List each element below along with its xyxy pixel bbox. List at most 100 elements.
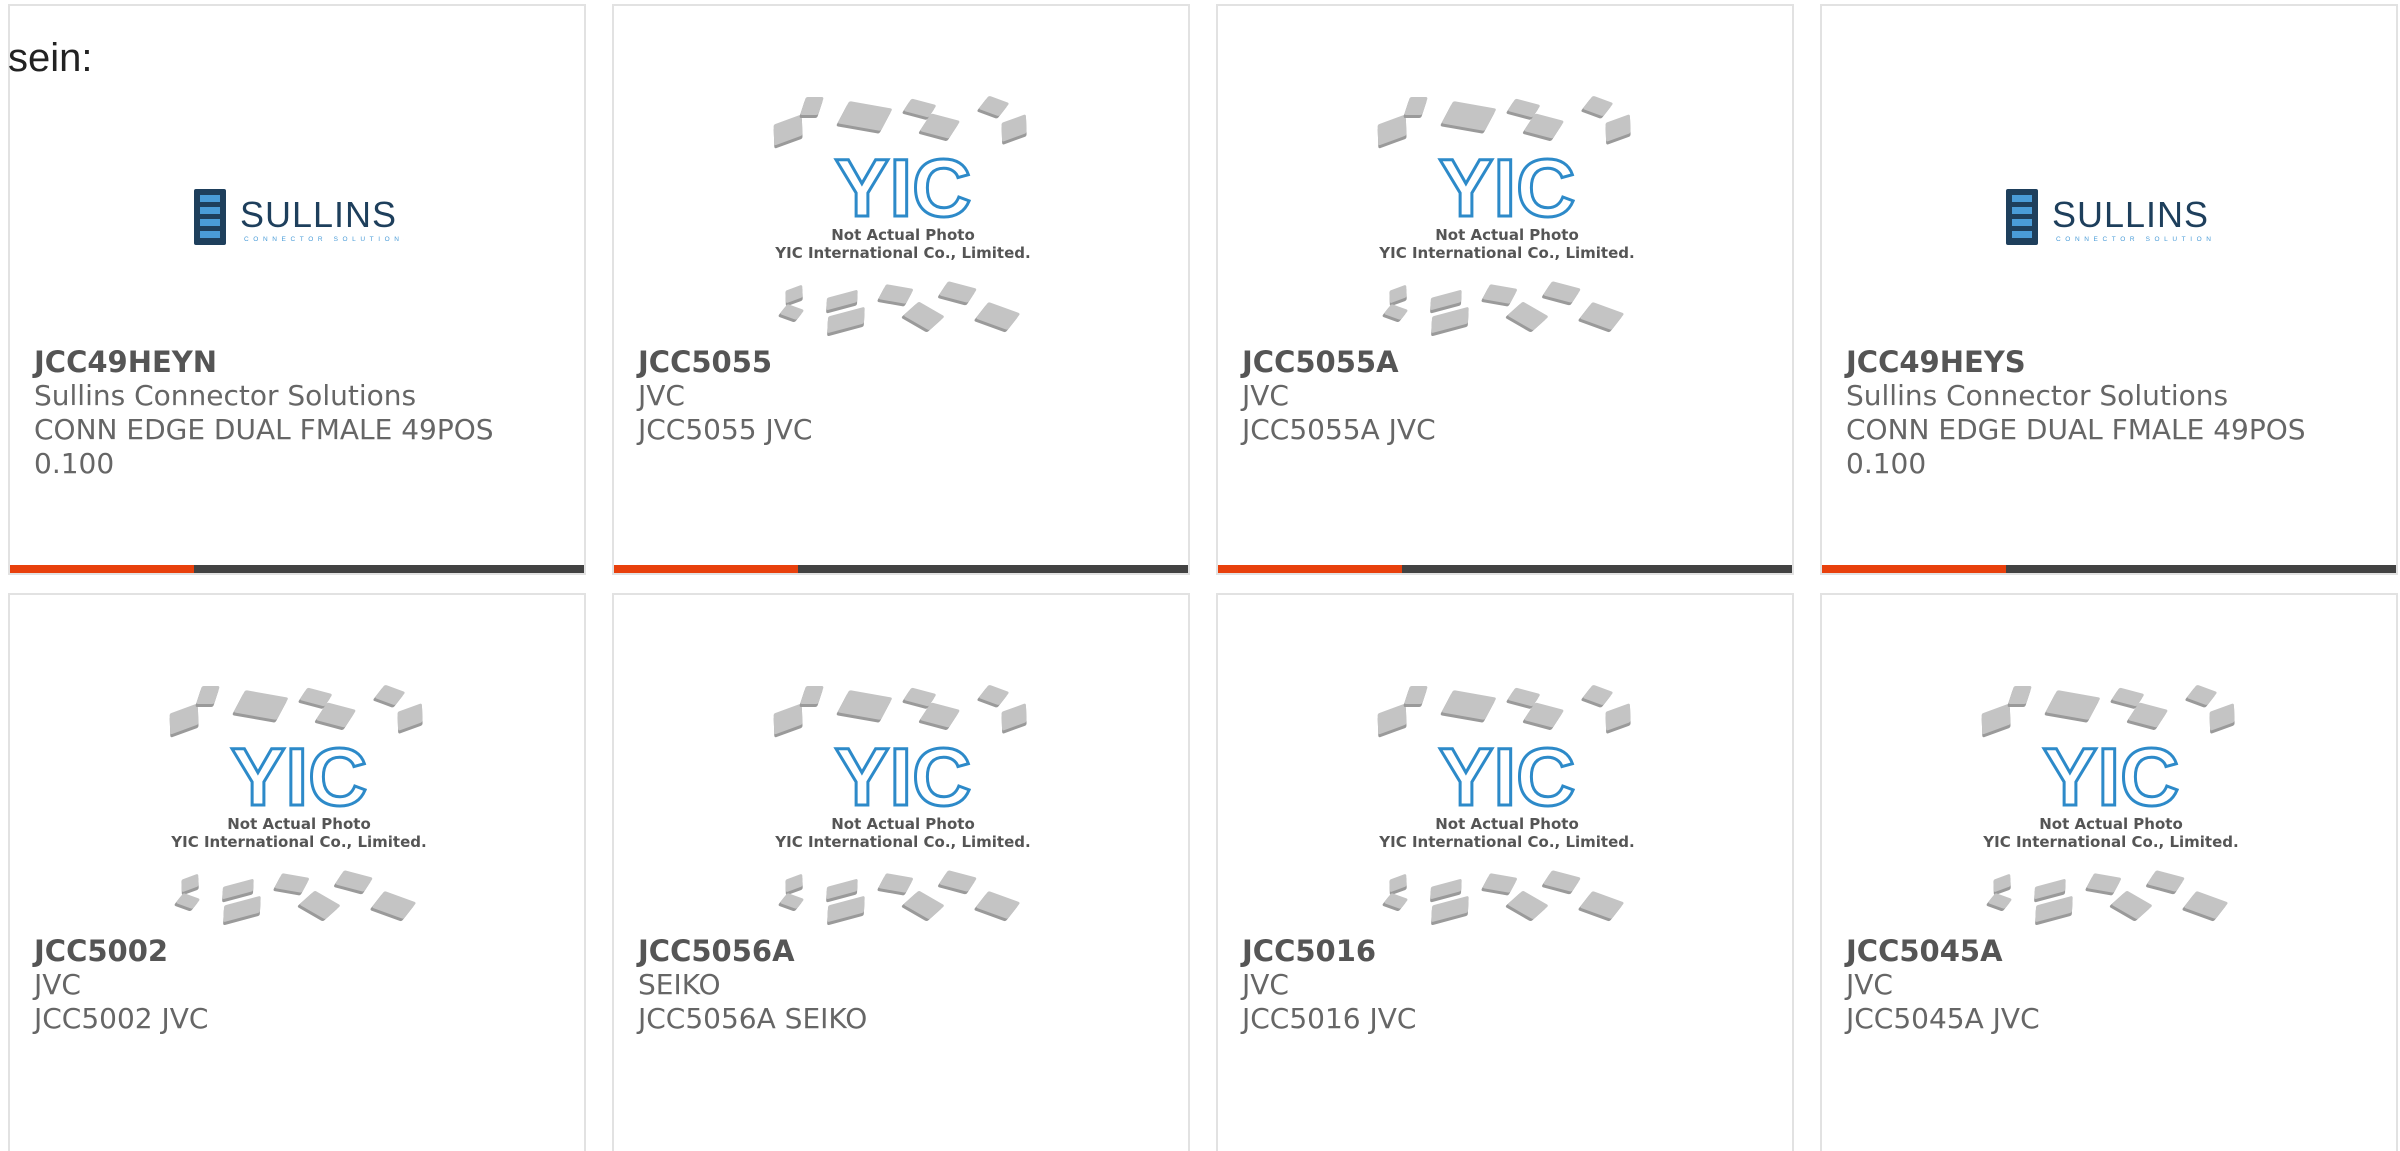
chip-icon	[901, 891, 944, 921]
chip-icon	[1542, 870, 1581, 895]
chip-row-top	[169, 685, 423, 738]
yic-logo: YIC	[1439, 143, 1576, 234]
product-info: JCC5055A JVC JCC5055A JVC	[1242, 345, 1768, 447]
product-part-number[interactable]: JCC5045A	[1846, 934, 2372, 968]
chip-icon	[785, 874, 803, 895]
sullins-logo-stripe	[200, 231, 220, 238]
not-actual-photo-image: YICNot Actual PhotoYIC International Co.…	[1981, 685, 2239, 926]
chip-icon	[974, 891, 1020, 922]
product-card-jcc5002[interactable]: YIC Not Actual Photo YIC International Co.…	[8, 593, 586, 1151]
chip-icon	[785, 285, 803, 306]
chip-icon	[2146, 870, 2185, 895]
product-card-jcc49heys[interactable]: SULLINS CONNECTOR SOLUTIONS JCC49HEYS Sul…	[1820, 4, 2398, 575]
chip-icon	[938, 281, 977, 306]
chip-icon-body	[2112, 891, 2152, 919]
chip-icon	[977, 96, 1009, 119]
product-part-number[interactable]: JCC5055	[638, 345, 1164, 379]
intro-text: sein:	[8, 36, 93, 80]
chip-icon	[273, 873, 309, 896]
chip-icon	[2209, 703, 2235, 734]
chip-icon	[1578, 891, 1624, 922]
product-image: SULLINS CONNECTOR SOLUTIONS	[160, 94, 438, 340]
chip-icon	[1993, 874, 2011, 895]
product-part-number[interactable]: JCC5056A	[638, 934, 1164, 968]
product-manufacturer: JVC	[34, 968, 81, 1001]
sullins-logo-stripe	[2012, 195, 2032, 202]
chip-icon	[1505, 891, 1548, 921]
chip-icon-body	[800, 686, 824, 704]
chip-icon	[799, 686, 824, 707]
product-card-jcc5055a[interactable]: YIC Not Actual Photo YIC International Co.…	[1216, 4, 1794, 575]
chip-icon-body	[800, 97, 824, 115]
sullins-logo-stripe	[200, 219, 220, 226]
placeholder-caption-line2: YIC International Co., Limited.	[774, 244, 1030, 262]
product-listing-page: sein: SULLINS CONNECTOR SOLUTIONS JCC49HE…	[0, 0, 2400, 1151]
sullins-logo-word: SULLINS	[2052, 194, 2209, 235]
product-info: JCC5055 JVC JCC5055 JVC	[638, 345, 1164, 447]
chip-icon	[1981, 703, 2011, 738]
chip-icon	[901, 302, 944, 332]
sullins-logo-stripe	[2012, 231, 2032, 238]
not-actual-photo-image: YICNot Actual PhotoYIC International Co.…	[773, 96, 1031, 337]
product-card-jcc5055[interactable]: YIC Not Actual Photo YIC International Co.…	[612, 4, 1190, 575]
chip-icon	[1440, 101, 1496, 134]
chip-icon-body	[1508, 302, 1548, 330]
product-part-number[interactable]: JCC5002	[34, 934, 560, 968]
chip-icon-body	[1580, 302, 1624, 330]
product-part-number[interactable]: JCC5016	[1242, 934, 1768, 968]
chip-icon	[232, 690, 288, 723]
placeholder-caption-line1: Not Actual Photo	[1435, 815, 1579, 833]
placeholder-caption-line2: YIC International Co., Limited.	[170, 833, 426, 851]
product-image: SULLINS CONNECTOR SOLUTIONS	[1972, 94, 2250, 340]
product-description: JCC5056A SEIKO	[638, 1002, 868, 1035]
product-manufacturer: JVC	[1242, 379, 1289, 412]
product-manufacturer: JVC	[638, 379, 685, 412]
chip-icon	[195, 686, 220, 707]
product-part-number[interactable]: JCC49HEYN	[34, 345, 560, 379]
chip-icon	[1382, 893, 1408, 911]
chip-icon	[1605, 114, 1631, 145]
product-description: JCC5045A JVC	[1846, 1002, 2040, 1035]
placeholder-caption-line1: Not Actual Photo	[1435, 226, 1579, 244]
chip-icon	[877, 873, 913, 896]
product-description: JCC5055A JVC	[1242, 413, 1436, 446]
not-actual-photo-image: YICNot Actual PhotoYIC International Co.…	[1377, 685, 1635, 926]
progress-bar	[1822, 565, 2396, 573]
product-info: JCC49HEYN Sullins Connector Solutions CO…	[34, 345, 560, 481]
chip-icon	[2044, 690, 2100, 723]
product-card-jcc49heyn[interactable]: SULLINS CONNECTOR SOLUTIONS JCC49HEYN Sul…	[8, 4, 586, 575]
product-card-jcc5016[interactable]: YIC Not Actual Photo YIC International Co.…	[1216, 593, 1794, 1151]
chip-icon-body	[2008, 686, 2032, 704]
chip-icon	[297, 891, 340, 921]
placeholder-caption-line1: Not Actual Photo	[831, 226, 975, 244]
sullins-logo-word: SULLINS	[240, 194, 397, 235]
product-part-number[interactable]: JCC5055A	[1242, 345, 1768, 379]
product-card-jcc5045a[interactable]: YIC Not Actual Photo YIC International Co.…	[1820, 593, 2398, 1151]
sullins-logo-stripe	[2012, 219, 2032, 226]
product-description: CONN EDGE DUAL FMALE 49POS	[34, 413, 494, 446]
chip-icon	[1581, 96, 1613, 119]
product-image: YIC Not Actual Photo YIC International Co.…	[764, 683, 1042, 929]
product-part-number[interactable]: JCC49HEYS	[1846, 345, 2372, 379]
chip-row-top	[773, 96, 1027, 149]
chip-row-bottom	[1382, 281, 1624, 337]
product-card-jcc5056a[interactable]: YIC Not Actual Photo YIC International Co.…	[612, 593, 1190, 1151]
progress-bar	[10, 565, 584, 573]
product-manufacturer: JVC	[1242, 968, 1289, 1001]
chip-icon	[938, 870, 977, 895]
progress-bar-fill	[1822, 565, 2006, 573]
yic-logo: YIC	[2043, 732, 2180, 823]
chip-icon-body	[904, 891, 944, 919]
product-manufacturer: Sullins Connector Solutions	[34, 379, 417, 412]
chip-icon	[836, 101, 892, 134]
product-info: JCC5045A JVC JCC5045A JVC	[1846, 934, 2372, 1036]
chip-icon	[836, 690, 892, 723]
placeholder-caption-line2: YIC International Co., Limited.	[1378, 833, 1634, 851]
chip-icon	[2007, 686, 2032, 707]
product-description: JCC5016 JVC	[1242, 1002, 1417, 1035]
chip-icon	[1403, 686, 1428, 707]
product-manufacturer: Sullins Connector Solutions	[1846, 379, 2229, 412]
chip-icon	[2182, 891, 2228, 922]
chip-icon	[1389, 874, 1407, 895]
chip-icon	[2085, 873, 2121, 896]
